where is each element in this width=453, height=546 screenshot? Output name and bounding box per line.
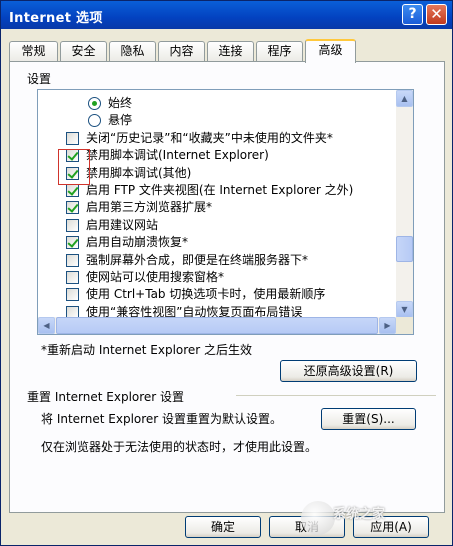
reset-button[interactable]: 重置(S)... xyxy=(321,408,416,430)
scroll-down-button[interactable]: ▼ xyxy=(396,301,413,318)
ok-button[interactable]: 确定 xyxy=(185,516,261,538)
watermark-text: 系统之家 xyxy=(333,507,386,522)
settings-item-label: 启用 FTP 文件夹视图(在 Internet Explorer 之外) xyxy=(86,183,354,197)
settings-item-label: 启用第三方浏览器扩展* xyxy=(86,200,213,215)
settings-item-label: 启用自动崩溃恢复* xyxy=(86,235,189,250)
tab-1[interactable]: 常规 xyxy=(9,41,58,61)
tab-5[interactable]: 连接 xyxy=(207,41,254,61)
checkbox[interactable] xyxy=(66,271,79,284)
vertical-scrollbar[interactable]: ▲ ▼ xyxy=(396,90,413,318)
radio-button[interactable] xyxy=(88,97,101,110)
settings-item-label: 始终 xyxy=(108,96,133,110)
checkbox[interactable] xyxy=(66,218,79,232)
settings-item-label: 禁用脚本调试(Internet Explorer) xyxy=(86,148,269,163)
tab-6[interactable]: 程序 xyxy=(256,41,303,61)
settings-list[interactable]: 使用“兼容性视图”自动恢复页面布局错误 使用 Ctrl+Tab 切换选项卡时，使用… xyxy=(37,89,414,335)
tab-2[interactable]: 安全 xyxy=(60,41,107,61)
scroll-left-button[interactable]: ◀ xyxy=(38,317,55,334)
settings-item-label: 强制屏幕外合成，即便是在终端服务器下* xyxy=(86,252,309,267)
scrollbar-corner xyxy=(396,317,413,334)
scroll-right-button[interactable]: ▶ xyxy=(379,317,396,334)
tab-3[interactable]: 隐私 xyxy=(109,41,156,61)
settings-item-label: 悬停 xyxy=(108,113,133,128)
watermark-logo-icon xyxy=(301,501,335,535)
help-button[interactable]: ? xyxy=(402,4,423,25)
reset-section-separator xyxy=(236,395,436,396)
settings-group-label: 设置 xyxy=(27,72,52,86)
tab-4[interactable]: 内容 xyxy=(158,41,205,61)
checkbox[interactable] xyxy=(66,253,79,267)
checkbox[interactable] xyxy=(66,236,79,250)
annotation-highlight-box xyxy=(58,149,90,185)
settings-item-label: 启用建议网站 xyxy=(86,217,159,232)
close-button[interactable]: ✕ xyxy=(426,4,447,25)
vertical-scroll-thumb[interactable] xyxy=(396,236,413,262)
window-title: Internet 选项 xyxy=(9,11,103,26)
horizontal-scrollbar[interactable]: ◀ ▶ xyxy=(38,317,396,334)
title-bar[interactable]: Internet 选项 ? ✕ xyxy=(1,1,452,29)
settings-item-label: 使用 Ctrl+Tab 切换选项卡时，使用最新顺序 xyxy=(86,287,326,302)
internet-options-dialog: Internet 选项 ? ✕ 常规 安全 隐私 内容 连接 程序 高级 设置 使用“兼容性… xyxy=(0,0,453,546)
checkbox[interactable] xyxy=(66,288,79,302)
checkbox[interactable] xyxy=(66,184,79,197)
reset-description: 将 Internet Explorer 设置重置为默认设置。 xyxy=(41,412,283,426)
reset-section-title: 重置 Internet Explorer 设置 xyxy=(27,390,185,404)
radio-button[interactable] xyxy=(88,114,101,128)
reset-usage-note: 仅在浏览器处于无法使用的状态时，才使用此设置。 xyxy=(41,440,318,454)
settings-item-label: 使网站可以使用搜索窗格* xyxy=(86,270,225,284)
checkbox[interactable] xyxy=(66,131,79,145)
horizontal-scroll-thumb[interactable] xyxy=(56,317,378,334)
tab-7[interactable]: 高级 xyxy=(305,39,356,63)
checkbox[interactable] xyxy=(66,201,79,215)
scroll-up-button[interactable]: ▲ xyxy=(396,90,413,107)
restore-advanced-settings-button[interactable]: 还原高级设置(R) xyxy=(280,360,417,382)
restart-note: *重新启动 Internet Explorer 之后生效 xyxy=(41,343,253,357)
settings-item-label: 关闭“历史记录”和“收藏夹”中未使用的文件夹* xyxy=(86,130,333,145)
settings-item-label: 禁用脚本调试(其他) xyxy=(86,165,192,180)
